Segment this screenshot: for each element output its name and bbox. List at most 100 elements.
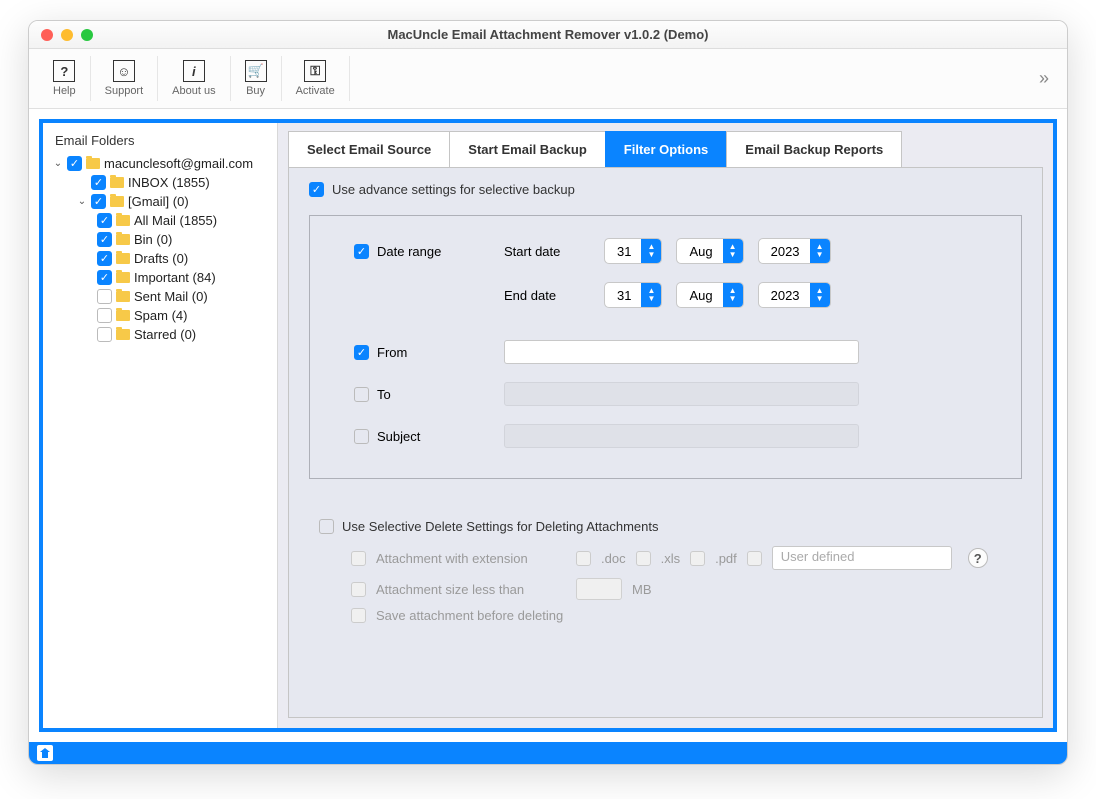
start-day-picker[interactable]: 31 [604, 238, 662, 264]
end-month-picker[interactable]: Aug [676, 282, 743, 308]
stepper-icon[interactable] [723, 238, 743, 264]
help-icon[interactable]: ? [968, 548, 988, 568]
checkbox-selective-delete[interactable] [319, 519, 334, 534]
window-title: MacUncle Email Attachment Remover v1.0.2… [29, 27, 1067, 42]
buy-icon: 🛒 [245, 60, 267, 82]
buy-button[interactable]: 🛒 Buy [231, 56, 282, 101]
extension-row: Attachment with extension .doc .xls .pdf… [351, 546, 1022, 570]
start-date-label: Start date [504, 244, 604, 259]
sidebar-heading: Email Folders [47, 131, 273, 154]
to-input[interactable] [504, 382, 859, 406]
help-button[interactable]: ? Help [39, 56, 91, 101]
folder-icon [116, 272, 130, 283]
tree-bin-row[interactable]: Bin (0) [47, 230, 273, 249]
end-day-picker[interactable]: 31 [604, 282, 662, 308]
advance-settings-label: Use advance settings for selective backu… [332, 182, 575, 197]
size-input [576, 578, 622, 600]
toolbar-overflow-icon[interactable]: » [1039, 68, 1067, 89]
checkbox-bin[interactable] [97, 232, 112, 247]
stepper-icon[interactable] [810, 238, 830, 264]
statusbar [29, 742, 1067, 764]
checkbox-subject[interactable] [354, 429, 369, 444]
tree-starred-row[interactable]: Starred (0) [47, 325, 273, 344]
tab-backup-reports[interactable]: Email Backup Reports [726, 131, 902, 167]
date-range-end-row: End date 31 Aug 2023 [354, 282, 993, 308]
stepper-icon[interactable] [810, 282, 830, 308]
main-panel: Select Email Source Start Email Backup F… [278, 123, 1053, 728]
titlebar: MacUncle Email Attachment Remover v1.0.2… [29, 21, 1067, 49]
checkbox-date-range[interactable] [354, 244, 369, 259]
tree-account-row[interactable]: ⌄ macunclesoft@gmail.com [47, 154, 273, 173]
checkbox-to[interactable] [354, 387, 369, 402]
filter-fieldset: Date range Start date 31 Aug 2023 End da… [309, 215, 1022, 479]
folder-icon [110, 196, 124, 207]
tab-filter-options[interactable]: Filter Options [605, 131, 728, 167]
tree-gmail-row[interactable]: ⌄ [Gmail] (0) [47, 192, 273, 211]
checkbox-advance-settings[interactable] [309, 182, 324, 197]
about-icon: i [183, 60, 205, 82]
checkbox-starred[interactable] [97, 327, 112, 342]
advance-settings-row: Use advance settings for selective backu… [309, 182, 1022, 197]
stepper-icon[interactable] [641, 238, 661, 264]
caret-icon[interactable]: ⌄ [77, 196, 87, 207]
folder-icon [116, 329, 130, 340]
subject-row: Subject [354, 424, 993, 448]
window-controls [29, 29, 93, 41]
folder-sidebar: Email Folders ⌄ macunclesoft@gmail.com I… [43, 123, 278, 728]
checkbox-size [351, 582, 366, 597]
tab-bar: Select Email Source Start Email Backup F… [288, 131, 1043, 167]
stepper-icon[interactable] [723, 282, 743, 308]
tree-important-row[interactable]: Important (84) [47, 268, 273, 287]
start-year-picker[interactable]: 2023 [758, 238, 831, 264]
start-month-picker[interactable]: Aug [676, 238, 743, 264]
tree-allmail-row[interactable]: All Mail (1855) [47, 211, 273, 230]
date-range-start-row: Date range Start date 31 Aug 2023 [354, 238, 993, 264]
folder-icon [116, 253, 130, 264]
minimize-window-button[interactable] [61, 29, 73, 41]
folder-icon [116, 234, 130, 245]
stepper-icon[interactable] [641, 282, 661, 308]
activate-button[interactable]: ⚿ Activate [282, 56, 350, 101]
checkbox-inbox[interactable] [91, 175, 106, 190]
checkbox-pdf [690, 551, 705, 566]
checkbox-important[interactable] [97, 270, 112, 285]
checkbox-drafts[interactable] [97, 251, 112, 266]
activate-icon: ⚿ [304, 60, 326, 82]
user-defined-input: User defined [772, 546, 952, 570]
save-row: Save attachment before deleting [351, 608, 1022, 623]
checkbox-ext [351, 551, 366, 566]
folder-icon [116, 215, 130, 226]
from-row: From [354, 340, 993, 364]
selective-delete-block: Use Selective Delete Settings for Deleti… [309, 519, 1022, 623]
folder-icon [116, 291, 130, 302]
tab-select-source[interactable]: Select Email Source [288, 131, 450, 167]
to-row: To [354, 382, 993, 406]
tree-sent-row[interactable]: Sent Mail (0) [47, 287, 273, 306]
checkbox-userdef [747, 551, 762, 566]
zoom-window-button[interactable] [81, 29, 93, 41]
caret-icon[interactable]: ⌄ [53, 158, 63, 169]
checkbox-spam[interactable] [97, 308, 112, 323]
app-window: MacUncle Email Attachment Remover v1.0.2… [28, 20, 1068, 765]
toolbar: ? Help ☺ Support i About us 🛒 Buy ⚿ Acti… [29, 49, 1067, 109]
subject-input[interactable] [504, 424, 859, 448]
about-button[interactable]: i About us [158, 56, 230, 101]
checkbox-gmail[interactable] [91, 194, 106, 209]
checkbox-sent[interactable] [97, 289, 112, 304]
tree-inbox-row[interactable]: INBOX (1855) [47, 173, 273, 192]
checkbox-save-before [351, 608, 366, 623]
checkbox-allmail[interactable] [97, 213, 112, 228]
checkbox-xls [636, 551, 651, 566]
support-button[interactable]: ☺ Support [91, 56, 159, 101]
close-window-button[interactable] [41, 29, 53, 41]
tree-drafts-row[interactable]: Drafts (0) [47, 249, 273, 268]
from-input[interactable] [504, 340, 859, 364]
end-date-label: End date [504, 288, 604, 303]
checkbox-account[interactable] [67, 156, 82, 171]
selective-delete-label: Use Selective Delete Settings for Deleti… [342, 519, 659, 534]
tree-spam-row[interactable]: Spam (4) [47, 306, 273, 325]
tab-start-backup[interactable]: Start Email Backup [449, 131, 606, 167]
end-year-picker[interactable]: 2023 [758, 282, 831, 308]
content-frame: Email Folders ⌄ macunclesoft@gmail.com I… [39, 119, 1057, 732]
checkbox-from[interactable] [354, 345, 369, 360]
